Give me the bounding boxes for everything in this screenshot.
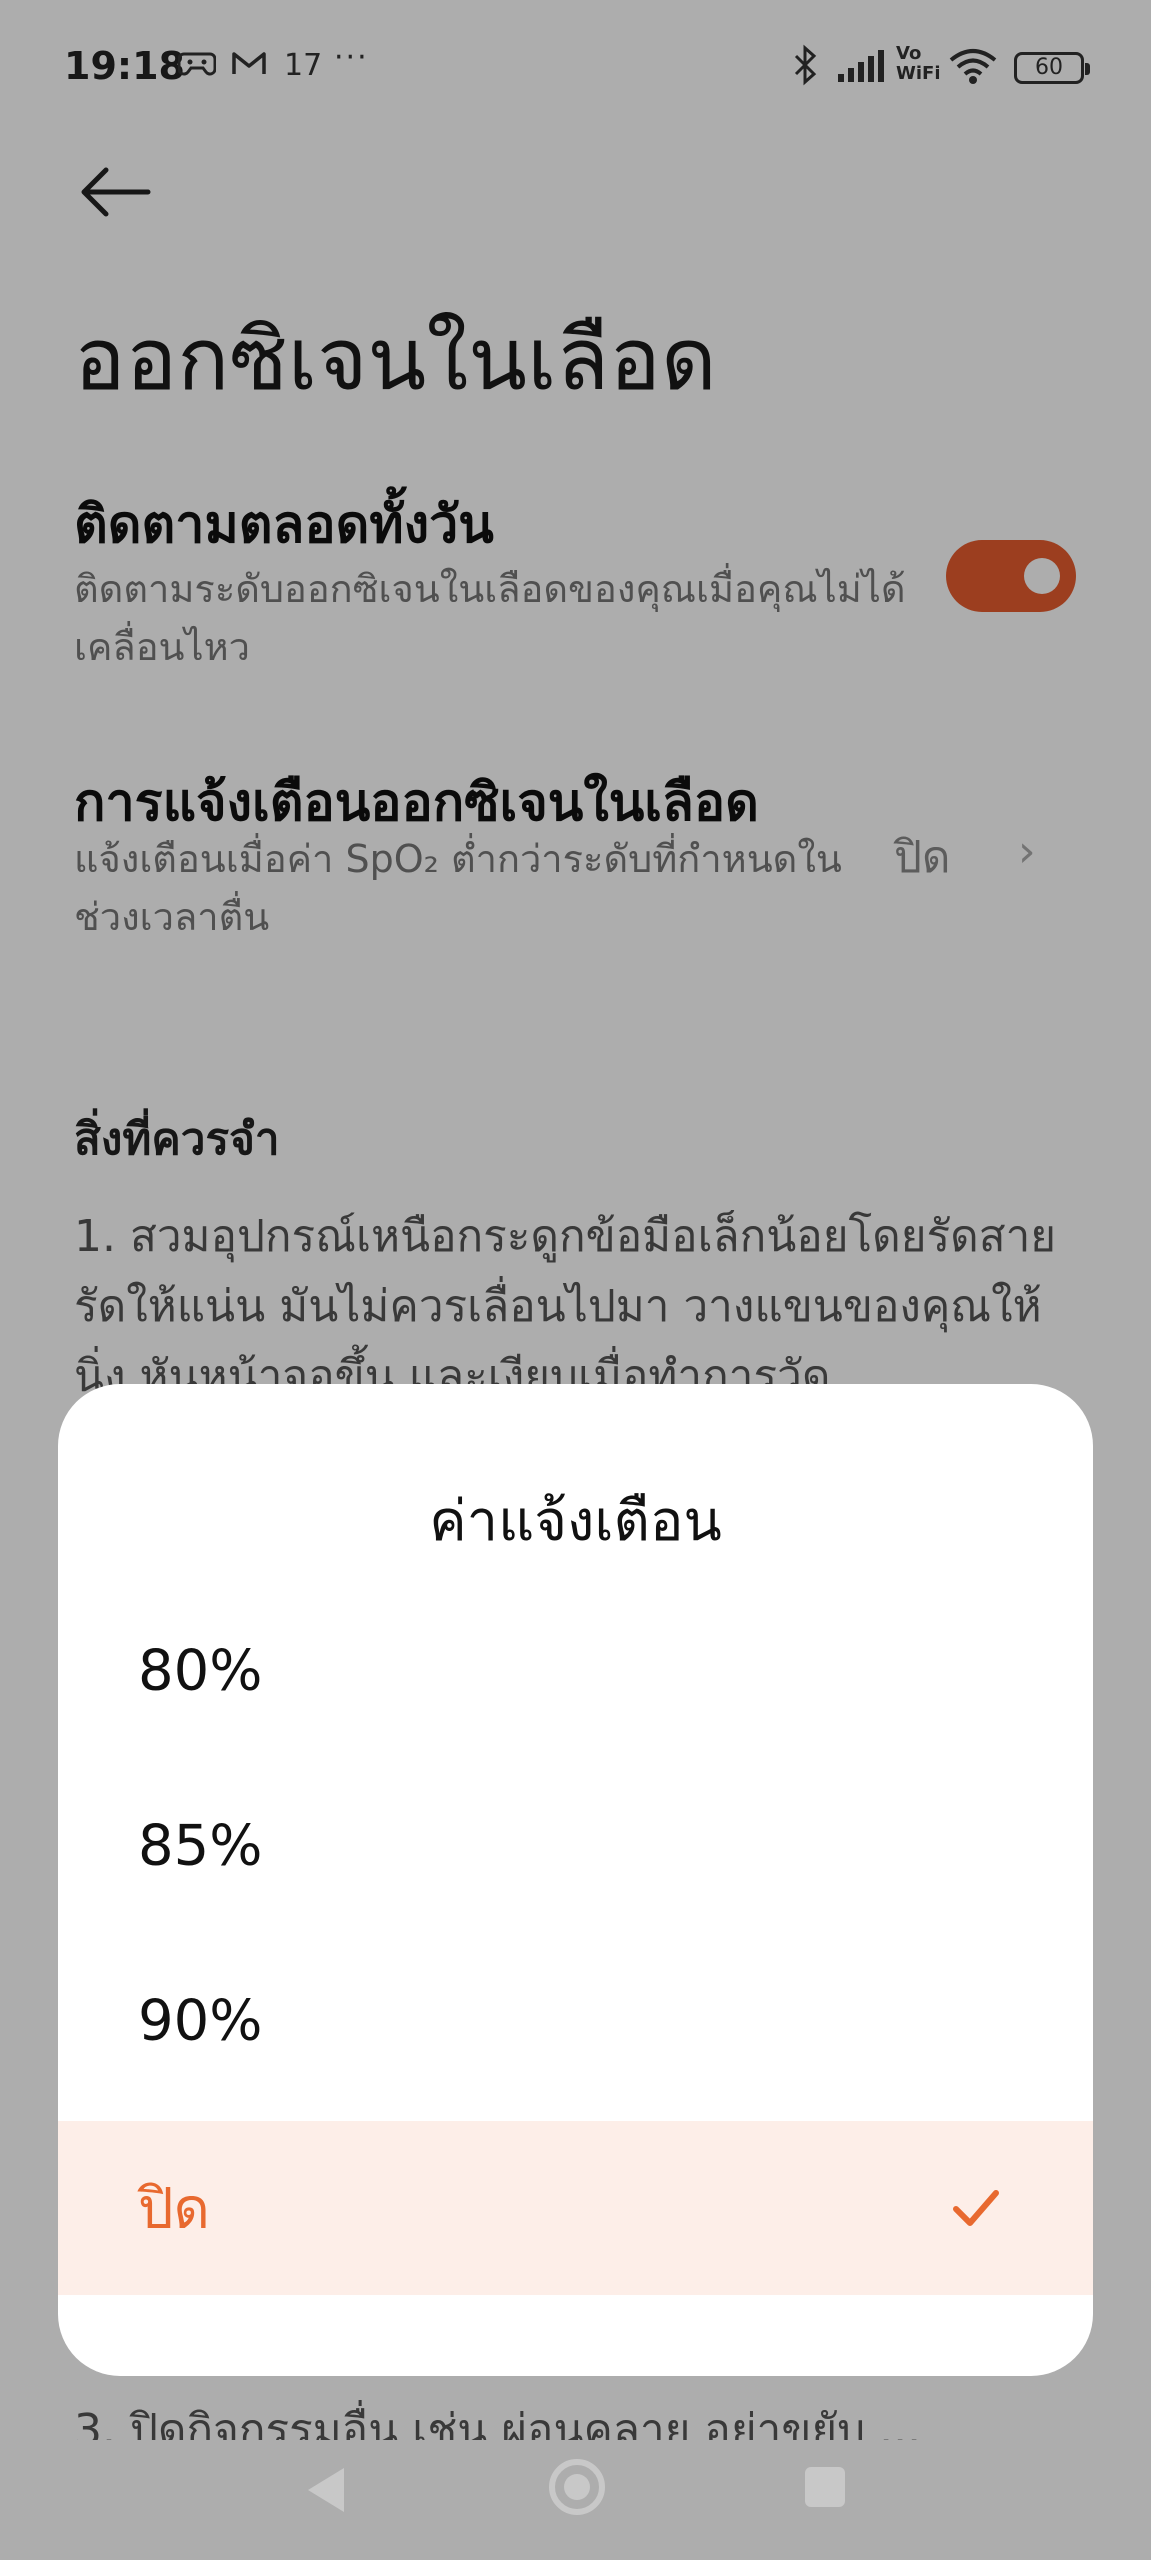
alert-value-sheet: ค่าแจ้งเตือน 80% 85% 90% ปิด [58,1384,1093,2376]
check-icon [953,2190,999,2226]
option-off[interactable]: ปิด [58,2121,1093,2295]
nav-back-icon[interactable] [300,2462,350,2522]
navigation-bar [0,2420,1151,2560]
option-label: 80% [138,1638,263,1704]
nav-recents-icon[interactable] [802,2464,848,2514]
option-85[interactable]: 85% [58,1759,1093,1933]
screen: 19:18 17 ··· Vo WiFi 60 ออกซิเจนในเลือด … [0,0,1151,2560]
option-label: 90% [138,1988,263,2054]
nav-home-icon[interactable] [546,2456,608,2522]
sheet-title: ค่าแจ้งเตือน [429,1489,722,1554]
option-90[interactable]: 90% [58,1934,1093,2108]
option-label: 85% [138,1813,263,1879]
option-label: ปิด [138,2176,210,2242]
option-80[interactable]: 80% [58,1584,1093,1758]
